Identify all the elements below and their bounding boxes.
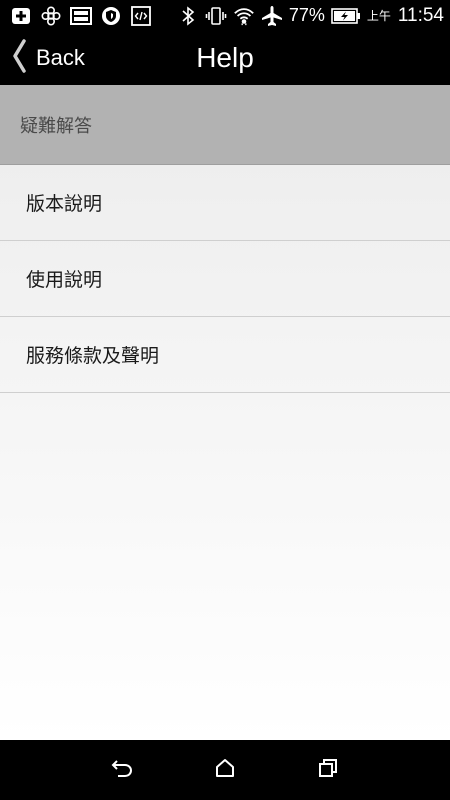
list-item-version-info[interactable]: 版本說明 [0,165,450,241]
image-icon [70,5,92,27]
vibrate-icon [205,5,227,27]
code-icon [130,5,152,27]
settings-flower-icon [40,5,62,27]
section-header: 疑難解答 [0,85,450,165]
home-button[interactable] [205,750,245,790]
title-bar: Back Help [0,31,450,85]
shield-icon [100,5,122,27]
bluetooth-icon [177,5,199,27]
help-content: 疑難解答 版本說明 使用說明 服務條款及聲明 [0,85,450,740]
list-item-terms[interactable]: 服務條款及聲明 [0,317,450,393]
battery-charging-icon [331,5,361,27]
navigation-bar [0,740,450,800]
back-nav-icon [110,757,134,783]
airplane-icon [261,5,283,27]
notification-icons [10,5,152,27]
recents-button[interactable] [308,750,348,790]
back-label: Back [36,45,85,70]
wifi-icon [233,5,255,27]
back-button[interactable]: Back [12,31,85,85]
list-item-instructions[interactable]: 使用說明 [0,241,450,317]
home-icon [214,757,236,783]
clock-time: 11:54 [397,4,444,26]
battery-percent: 77% [288,5,325,25]
recents-icon [317,757,339,783]
ampm-label: 上午 [366,9,391,23]
back-nav-button[interactable] [102,750,142,790]
system-icons: 77% 上午 11:54 [177,5,444,27]
chevron-left-icon [12,39,26,77]
status-bar: 77% 上午 11:54 [0,0,450,31]
add-icon [10,5,32,27]
